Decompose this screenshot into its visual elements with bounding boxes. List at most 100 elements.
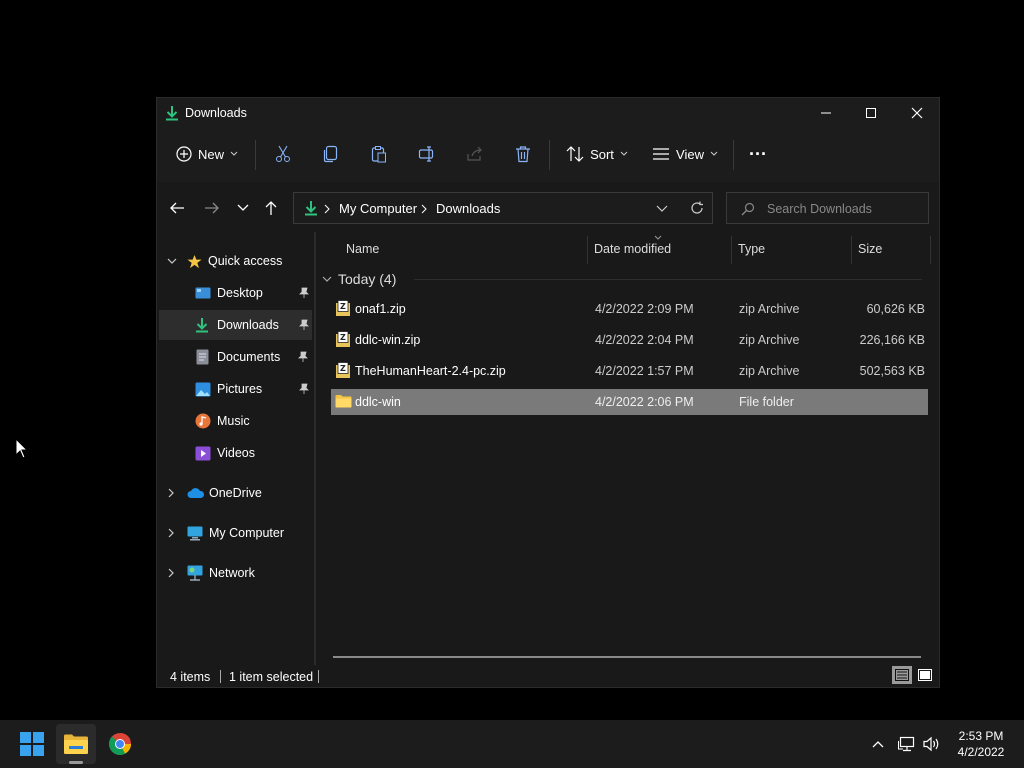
divider <box>549 140 550 170</box>
file-name: TheHumanHeart-2.4-pc.zip <box>355 364 506 378</box>
sidebar-item-pictures[interactable]: Pictures <box>159 374 312 404</box>
sidebar-item-my-computer[interactable]: My Computer <box>159 518 312 548</box>
close-button[interactable] <box>894 98 940 128</box>
file-explorer-window: Downloads New Sort View ··· My Computer … <box>156 97 940 688</box>
maximize-button[interactable] <box>848 98 894 128</box>
status-bar: 4 items 1 item selected <box>157 665 939 687</box>
column-header-size[interactable]: Size <box>858 242 882 256</box>
network-icon <box>187 565 203 581</box>
group-header-today[interactable]: Today (4) <box>322 268 922 290</box>
divider <box>733 140 734 170</box>
view-label: View <box>676 146 704 162</box>
address-bar[interactable]: My Computer Downloads <box>293 192 713 224</box>
column-header-type[interactable]: Type <box>738 242 765 256</box>
clock[interactable]: 2:53 PM 4/2/2022 <box>948 728 1014 760</box>
details-view-button[interactable] <box>892 666 912 684</box>
minimize-button[interactable] <box>803 98 849 128</box>
column-divider[interactable] <box>731 236 732 264</box>
table-row-selected[interactable]: ddlc-win 4/2/2022 2:06 PM File folder <box>331 389 928 415</box>
chevron-right-icon <box>324 204 330 214</box>
window-title: Downloads <box>185 106 247 120</box>
chevron-down-icon <box>167 258 177 265</box>
music-icon <box>195 413 211 429</box>
videos-icon <box>195 446 211 461</box>
sidebar-item-label: Documents <box>217 350 281 364</box>
sidebar-item-desktop[interactable]: Desktop <box>159 278 312 308</box>
start-button[interactable] <box>12 724 52 764</box>
view-button[interactable]: View <box>647 138 723 170</box>
column-header-name[interactable]: Name <box>346 242 379 256</box>
sort-indicator-icon <box>654 235 662 240</box>
sort-label: Sort <box>590 146 614 162</box>
sort-icon <box>566 146 584 162</box>
sidebar-item-downloads[interactable]: Downloads <box>159 310 312 340</box>
sidebar-item-label: Music <box>217 414 250 428</box>
pin-icon <box>299 383 309 395</box>
clock-date: 4/2/2022 <box>957 745 1005 759</box>
file-date: 4/2/2022 1:57 PM <box>595 364 694 378</box>
sidebar-item-onedrive[interactable]: OneDrive <box>159 478 312 508</box>
pictures-icon <box>195 382 211 397</box>
address-history-chevron-icon[interactable] <box>656 205 668 213</box>
taskbar-chrome-button[interactable] <box>100 724 140 764</box>
title-bar[interactable]: Downloads <box>157 98 939 128</box>
refresh-button[interactable] <box>683 192 711 224</box>
horizontal-scrollbar[interactable] <box>333 656 921 658</box>
breadcrumb-downloads[interactable]: Downloads <box>436 201 500 216</box>
delete-button[interactable] <box>507 138 539 170</box>
table-row[interactable]: Z ddlc-win.zip 4/2/2022 2:04 PM zip Arch… <box>331 327 928 353</box>
chevron-down-icon <box>710 151 718 157</box>
divider <box>255 140 256 170</box>
up-button[interactable] <box>257 194 285 222</box>
windows-logo-icon <box>20 732 44 756</box>
new-button[interactable]: New <box>171 138 243 170</box>
svg-text:Z: Z <box>340 333 346 342</box>
sidebar-item-label: Network <box>209 566 255 580</box>
taskbar-file-explorer-button[interactable] <box>56 724 96 764</box>
item-count: 4 items <box>170 670 211 684</box>
cloud-icon <box>187 487 205 499</box>
sidebar-item-videos[interactable]: Videos <box>159 438 312 468</box>
sidebar-item-label: Quick access <box>208 254 283 268</box>
column-header-date[interactable]: Date modified <box>594 242 671 256</box>
chevron-down-icon <box>322 276 332 283</box>
breadcrumb-my-computer[interactable]: My Computer <box>339 201 417 216</box>
view-list-icon <box>652 147 670 161</box>
refresh-icon <box>690 201 704 215</box>
show-hidden-icons-button[interactable] <box>868 736 888 752</box>
sidebar-item-label: My Computer <box>209 526 285 540</box>
arrow-left-icon <box>169 201 185 215</box>
column-divider[interactable] <box>851 236 852 264</box>
table-row[interactable]: Z TheHumanHeart-2.4-pc.zip 4/2/2022 1:57… <box>331 358 928 384</box>
download-icon <box>304 200 318 216</box>
sort-button[interactable]: Sort <box>559 138 635 170</box>
plus-circle-icon <box>176 146 192 162</box>
recent-locations-button[interactable] <box>229 194 257 222</box>
paste-button[interactable] <box>363 138 395 170</box>
sidebar-item-documents[interactable]: Documents <box>159 342 312 372</box>
forward-button[interactable] <box>198 194 226 222</box>
back-button[interactable] <box>163 194 191 222</box>
sidebar-item-quick-access[interactable]: Quick access <box>159 246 312 276</box>
sidebar-item-label: Videos <box>217 446 255 460</box>
chevron-down-icon <box>620 151 628 157</box>
sidebar-item-music[interactable]: Music <box>159 406 312 436</box>
rename-button[interactable] <box>411 138 443 170</box>
large-icons-view-button[interactable] <box>915 666 935 684</box>
more-options-button[interactable]: ··· <box>743 138 773 170</box>
cut-button[interactable] <box>267 138 299 170</box>
column-divider[interactable] <box>930 236 931 264</box>
more-icon: ··· <box>749 143 767 164</box>
network-status-icon[interactable] <box>898 735 916 753</box>
table-row[interactable]: Z onaf1.zip 4/2/2022 2:09 PM zip Archive… <box>331 296 928 322</box>
chrome-icon <box>108 732 132 756</box>
share-button[interactable] <box>459 138 491 170</box>
chevron-down-icon <box>230 151 238 157</box>
chevron-down-icon <box>237 204 249 212</box>
volume-icon[interactable] <box>922 735 940 753</box>
column-divider[interactable] <box>587 236 588 264</box>
search-input[interactable]: Search Downloads <box>726 192 929 224</box>
pin-icon <box>298 351 308 363</box>
copy-button[interactable] <box>315 138 347 170</box>
sidebar-item-network[interactable]: Network <box>159 558 312 588</box>
